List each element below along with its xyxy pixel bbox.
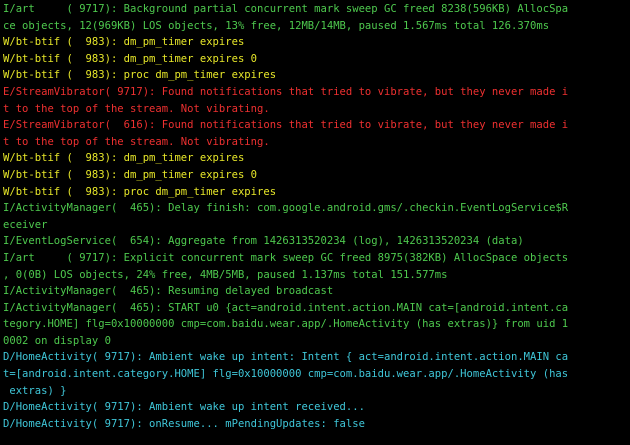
log-line: W/bt-btif ( 983): dm_pm_timer expires 0	[3, 168, 257, 181]
log-line: I/art ( 9717): Background partial concur…	[3, 3, 569, 15]
log-line: ce objects, 12(969KB) LOS objects, 13% f…	[3, 19, 550, 32]
log-line: W/bt-btif ( 983): dm_pm_timer expires	[3, 36, 245, 49]
log-line: I/ActivityManager( 465): Delay finish: c…	[3, 202, 569, 215]
log-line: I/art ( 9717): Explicit concurrent mark …	[3, 251, 569, 264]
log-line: I/EventLogService( 654): Aggregate from …	[3, 235, 524, 248]
log-line: , 0(0B) LOS objects, 24% free, 4MB/5MB, …	[3, 268, 448, 281]
log-line: D/HomeActivity( 9717): Ambient wake up i…	[3, 351, 569, 364]
log-line: W/bt-btif ( 983): dm_pm_timer expires	[3, 152, 245, 165]
log-line: t=[android.intent.category.HOME] flg=0x1…	[3, 368, 569, 381]
log-line: extras) }	[3, 384, 67, 397]
log-line: eceiver	[3, 218, 48, 231]
log-line: D/HomeActivity( 9717): Ambient wake up i…	[3, 401, 365, 414]
log-line: tegory.HOME] flg=0x10000000 cmp=com.baid…	[3, 318, 569, 331]
log-line: W/bt-btif ( 983): dm_pm_timer expires 0	[3, 52, 257, 65]
log-line: I/ActivityManager( 465): START u0 {act=a…	[3, 301, 569, 314]
log-line: W/bt-btif ( 983): proc dm_pm_timer expir…	[3, 69, 277, 82]
log-line: D/HomeActivity( 9717): onResume... mPend…	[3, 417, 365, 430]
log-line: t to the top of the stream. Not vibratin…	[3, 135, 270, 148]
log-line: E/StreamVibrator( 616): Found notificati…	[3, 119, 569, 132]
terminal-log-output[interactable]: I/art ( 9717): Background partial concur…	[0, 0, 630, 445]
log-line: W/bt-btif ( 983): proc dm_pm_timer expir…	[3, 185, 277, 198]
log-line: I/ActivityManager( 465): Resuming delaye…	[3, 285, 334, 298]
log-line: t to the top of the stream. Not vibratin…	[3, 102, 270, 115]
log-line: E/StreamVibrator( 9717): Found notificat…	[3, 85, 569, 98]
log-line: 0002 on display 0	[3, 334, 111, 347]
